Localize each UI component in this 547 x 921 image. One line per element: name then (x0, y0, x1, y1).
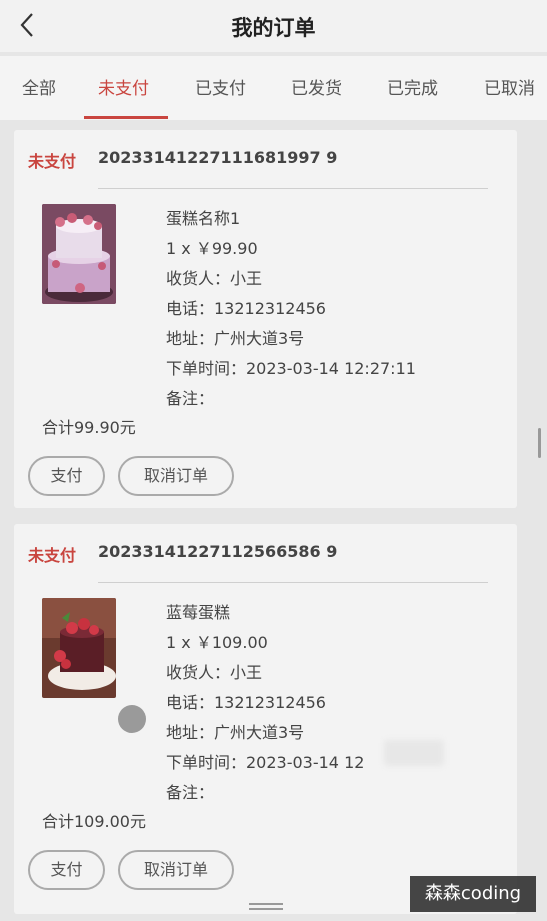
page-title: 我的订单 (231, 16, 316, 40)
pay-button[interactable]: 支付 (28, 850, 105, 890)
scrollbar[interactable] (538, 428, 541, 458)
pay-button[interactable]: 支付 (28, 456, 105, 496)
divider (98, 188, 488, 189)
floating-touch-dot-icon[interactable] (118, 705, 146, 733)
phone: 电话：13212312456 (166, 299, 326, 318)
order-status-tabs: 全部 未支付 已支付 已发货 已完成 已取消 (0, 56, 547, 120)
phone: 电话：13212312456 (166, 693, 326, 712)
order-card: 未支付 20233141227112566586 9 蓝莓蛋糕 1 x ￥109… (14, 524, 517, 914)
tab-all[interactable]: 全部 (22, 74, 56, 99)
tab-shipped[interactable]: 已发货 (291, 74, 342, 99)
quantity-price: 1 x ￥109.00 (166, 633, 268, 652)
cancel-order-button[interactable]: 取消订单 (118, 850, 234, 890)
product-name: 蓝莓蛋糕 (166, 603, 231, 622)
recipient: 收货人：小王 (166, 269, 263, 288)
order-time: 下单时间：2023-03-14 12:27:11 (166, 359, 416, 378)
bottom-drag-handle-icon[interactable] (249, 903, 283, 913)
order-info: 蛋糕名称1 1 x ￥99.90 收货人：小王 电话：13212312456 地… (166, 204, 416, 414)
note: 备注： (166, 389, 215, 408)
top-nav-bar: 我的订单 (0, 0, 547, 52)
product-name: 蛋糕名称1 (166, 209, 241, 228)
order-status: 未支付 (28, 546, 77, 565)
tab-paid[interactable]: 已支付 (195, 74, 246, 99)
product-image[interactable] (42, 598, 116, 698)
order-number: 20233141227112566586 9 (98, 542, 338, 561)
order-card: 未支付 20233141227111681997 9 蛋糕名称1 1 x ￥99… (14, 130, 517, 508)
product-image[interactable] (42, 204, 116, 304)
address: 地址：广州大道3号 (166, 723, 305, 742)
tab-cancelled[interactable]: 已取消 (484, 74, 535, 99)
order-time: 下单时间：2023-03-14 12 (166, 753, 365, 772)
quantity-price: 1 x ￥99.90 (166, 239, 258, 258)
address: 地址：广州大道3号 (166, 329, 305, 348)
active-tab-indicator (84, 116, 168, 119)
divider (98, 582, 488, 583)
cancel-order-button[interactable]: 取消订单 (118, 456, 234, 496)
order-number: 20233141227111681997 9 (98, 148, 338, 167)
note: 备注： (166, 783, 215, 802)
watermark: 森森coding (410, 876, 536, 912)
tab-unpaid[interactable]: 未支付 (98, 74, 149, 99)
tab-completed[interactable]: 已完成 (387, 74, 438, 99)
order-status: 未支付 (28, 152, 77, 171)
blurred-region (384, 740, 444, 766)
order-info: 蓝莓蛋糕 1 x ￥109.00 收货人：小王 电话：13212312456 地… (166, 598, 364, 808)
recipient: 收货人：小王 (166, 663, 263, 682)
order-total: 合计99.90元 (42, 418, 136, 437)
order-total: 合计109.00元 (42, 812, 146, 831)
